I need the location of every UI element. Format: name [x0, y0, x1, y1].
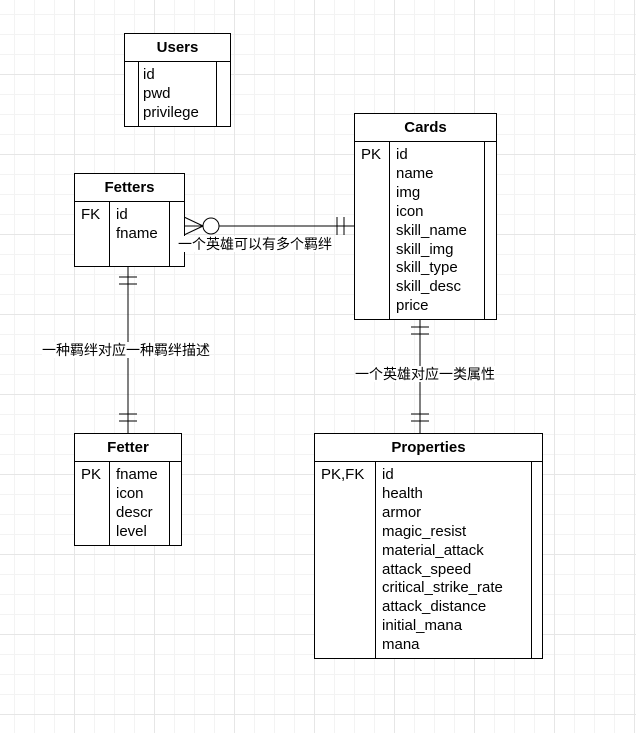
- entity-cards-attr-img: img: [396, 183, 421, 201]
- entity-cards-attr-price: price: [396, 297, 429, 315]
- entity-fetter-attr-level: level: [116, 522, 147, 540]
- connector-cards-fetters: [183, 216, 354, 236]
- entity-cards[interactable]: Cards PK id name img icon skill_name ski…: [354, 113, 497, 320]
- entity-fetter-attr-icon: icon: [116, 484, 144, 502]
- entity-properties-attr-id: id: [382, 466, 394, 483]
- entity-properties-attr-initial-mana: initial_mana: [382, 617, 463, 635]
- entity-fetters-attributes: id fname: [110, 202, 158, 266]
- entity-properties-title: Properties: [315, 434, 542, 462]
- entity-fetters-attr-fname: fname: [116, 224, 158, 242]
- entity-cards-body: PK id name img icon skill_name skill_img…: [355, 142, 496, 319]
- entity-properties-attributes: id health armor magic_resist material_at…: [376, 462, 503, 658]
- entity-users-attr-pwd: pwd: [143, 84, 171, 102]
- relationship-label-cards-properties: 一个英雄对应一类属性: [355, 366, 495, 382]
- entity-fetter-attr-fname: fname: [116, 466, 158, 483]
- entity-cards-title: Cards: [355, 114, 496, 142]
- entity-cards-attr-name: name: [396, 164, 434, 182]
- entity-cards-attr-skill-desc: skill_desc: [396, 278, 462, 296]
- entity-fetter-key: PK: [81, 466, 102, 483]
- entity-fetters-key: FK: [81, 206, 101, 223]
- entity-properties-attr-attack-speed: attack_speed: [382, 560, 472, 578]
- entity-cards-attributes: id name img icon skill_name skill_img sk…: [390, 142, 467, 319]
- entity-cards-attr-icon: icon: [396, 202, 424, 220]
- entity-fetters-body: FK id fname: [75, 202, 184, 266]
- entity-properties-attr-attack-distance: attack_distance: [382, 598, 487, 616]
- entity-fetters-right-bar: [169, 202, 184, 266]
- entity-properties-key-column: PK,FK: [315, 462, 376, 658]
- entity-users-attr-privilege: privilege: [143, 103, 199, 121]
- entity-fetters-key-column: FK: [75, 202, 110, 266]
- entity-users-right-bar: [216, 62, 231, 126]
- entity-users[interactable]: Users id pwd privilege: [124, 33, 231, 127]
- entity-properties-attr-critical-strike-rate: critical_strike_rate: [382, 579, 503, 597]
- entity-fetters-title: Fetters: [75, 174, 184, 202]
- entity-fetter-attributes: fname icon descr level: [110, 462, 158, 545]
- entity-users-attributes: id pwd privilege: [137, 62, 199, 126]
- entity-fetters[interactable]: Fetters FK id fname: [74, 173, 185, 267]
- entity-cards-right-bar: [484, 142, 497, 319]
- entity-properties-attr-health: health: [382, 484, 423, 502]
- entity-properties-attr-magic-resist: magic_resist: [382, 522, 467, 540]
- relationship-label-fetters-fetter: 一种羁绊对应一种羁绊描述: [42, 342, 210, 358]
- entity-cards-attr-skill-img: skill_img: [396, 240, 454, 258]
- entity-fetter-title: Fetter: [75, 434, 181, 462]
- entity-cards-attr-skill-name: skill_name: [396, 221, 467, 239]
- entity-properties-right-bar: [531, 462, 543, 658]
- entity-fetter-right-bar: [169, 462, 181, 545]
- entity-users-body: id pwd privilege: [125, 62, 230, 126]
- entity-cards-key: PK: [361, 146, 382, 163]
- entity-properties[interactable]: Properties PK,FK id health armor magic_r…: [314, 433, 543, 659]
- entity-fetter-attr-descr: descr: [116, 503, 153, 521]
- relationship-label-cards-fetters: 一个英雄可以有多个羁绊: [178, 236, 332, 252]
- entity-cards-key-column: PK: [355, 142, 390, 319]
- entity-cards-attr-id: id: [396, 146, 408, 163]
- entity-fetters-attr-id: id: [116, 206, 128, 223]
- entity-properties-body: PK,FK id health armor magic_resist mater…: [315, 462, 542, 658]
- entity-fetter-key-column: PK: [75, 462, 110, 545]
- entity-fetter[interactable]: Fetter PK fname icon descr level: [74, 433, 182, 546]
- entity-properties-attr-material-attack: material_attack: [382, 541, 484, 559]
- entity-users-title: Users: [125, 34, 230, 62]
- entity-properties-key: PK,FK: [321, 466, 365, 483]
- entity-properties-attr-mana: mana: [382, 636, 420, 654]
- entity-properties-attr-armor: armor: [382, 503, 422, 521]
- entity-fetter-body: PK fname icon descr level: [75, 462, 181, 545]
- entity-users-attr-id: id: [143, 66, 155, 83]
- entity-cards-attr-skill-type: skill_type: [396, 259, 458, 277]
